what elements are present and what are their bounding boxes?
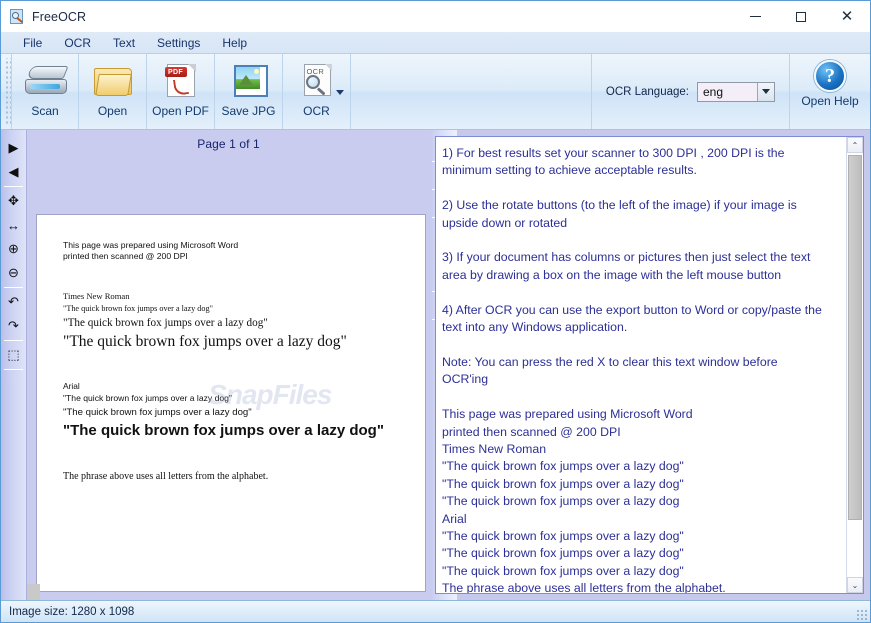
doc-serif-line-1: "The quick brown fox jumps over a lazy d… <box>63 304 213 313</box>
ocr-language-value: eng <box>703 84 724 99</box>
select-region-icon[interactable]: ⬚ <box>2 343 26 367</box>
open-button-label: Open <box>97 104 128 118</box>
doc-serif-section-label: Times New Roman <box>63 291 130 301</box>
text-vertical-scrollbar[interactable]: ⌃ ⌄ <box>846 137 863 593</box>
ocr-language-label: OCR Language: <box>605 85 689 98</box>
image-preview-panel[interactable]: Page 1 of 1 This page was prepared using… <box>27 130 430 600</box>
rotate-left-icon[interactable]: ◀ <box>2 160 26 184</box>
open-help-button[interactable]: ? Open Help <box>790 54 870 129</box>
tool-separator <box>4 186 23 187</box>
app-icon <box>9 8 25 25</box>
menu-item-help[interactable]: Help <box>212 34 257 52</box>
chevron-down-icon <box>762 89 770 94</box>
workspace: ▶ ◀ ✥ ↔ ⊕ ⊖ ↶ ↷ ⬚ Page 1 of 1 This page … <box>1 130 870 600</box>
scan-button-label: Scan <box>31 104 59 118</box>
freeocr-window: FreeOCR ✕ File OCR Text Settings Help Sc… <box>0 0 871 623</box>
open-button[interactable]: Open <box>79 54 147 129</box>
folder-open-icon <box>93 59 132 101</box>
minimize-button[interactable] <box>732 1 778 32</box>
scanned-document-content: This page was prepared using Microsoft W… <box>37 215 425 484</box>
menu-bar: File OCR Text Settings Help <box>1 32 870 54</box>
doc-closing-line: The phrase above uses all letters from t… <box>63 471 269 482</box>
ocr-language-group: OCR Language: eng <box>590 54 790 129</box>
scrollbar-thumb[interactable] <box>848 155 862 520</box>
ocr-magnifier-icon: OCR <box>301 59 333 101</box>
menu-item-file[interactable]: File <box>13 34 52 52</box>
pdf-file-icon: PDF <box>164 59 197 101</box>
menu-item-settings[interactable]: Settings <box>147 34 210 52</box>
image-tool-strip: ▶ ◀ ✥ ↔ ⊕ ⊖ ↶ ↷ ⬚ <box>1 130 27 600</box>
doc-serif-line-3: "The quick brown fox jumps over a lazy d… <box>63 333 347 350</box>
page-indicator: Page 1 of 1 <box>197 137 260 151</box>
doc-serif-line-2: "The quick brown fox jumps over a lazy d… <box>63 317 268 329</box>
ocr-button[interactable]: OCR OCR <box>283 54 351 129</box>
menu-item-ocr[interactable]: OCR <box>54 34 101 52</box>
window-controls: ✕ <box>732 1 870 32</box>
zoom-out-icon[interactable]: ⊖ <box>2 261 26 285</box>
zoom-in-icon[interactable]: ⊕ <box>2 237 26 261</box>
redo-icon[interactable]: ↷ <box>2 314 26 338</box>
title-bar: FreeOCR ✕ <box>1 1 870 32</box>
scan-button[interactable]: Scan <box>11 54 79 129</box>
scroll-up-button[interactable]: ⌃ <box>847 137 863 153</box>
doc-header-line-2: printed then scanned @ 200 DPI <box>63 251 188 261</box>
ocr-text-output[interactable]: 1) For best results set your scanner to … <box>436 137 846 593</box>
tool-separator <box>4 287 23 288</box>
question-mark-icon: ? <box>814 60 846 92</box>
maximize-button[interactable] <box>778 1 824 32</box>
save-jpg-button-label: Save JPG <box>221 104 276 118</box>
doc-header-line-1: This page was prepared using Microsoft W… <box>63 240 239 250</box>
close-button[interactable]: ✕ <box>824 1 870 32</box>
fit-width-icon[interactable]: ↔ <box>2 213 26 237</box>
ocr-language-dropdown-button[interactable] <box>757 82 774 101</box>
doc-sans-line-3: "The quick brown fox jumps over a lazy d… <box>63 422 384 439</box>
ocr-language-select[interactable]: eng <box>697 81 775 102</box>
toolbar-button-group: Scan Open PDF Open PDF Save JPG OCR OCR <box>11 54 351 129</box>
toolbar-grip[interactable] <box>4 58 11 125</box>
save-jpg-button[interactable]: Save JPG <box>215 54 283 129</box>
undo-icon[interactable]: ↶ <box>2 290 26 314</box>
open-help-label: Open Help <box>801 94 859 108</box>
resize-grip[interactable] <box>855 608 867 620</box>
status-bar: Image size: 1280 x 1098 <box>1 600 870 622</box>
open-pdf-button-label: Open PDF <box>152 104 209 118</box>
scrollbar-track[interactable] <box>847 153 863 577</box>
doc-sans-line-1: "The quick brown fox jumps over a lazy d… <box>63 393 232 403</box>
scanner-icon <box>23 59 69 101</box>
menu-item-text[interactable]: Text <box>103 34 145 52</box>
window-title: FreeOCR <box>32 9 87 24</box>
scanned-page[interactable]: This page was prepared using Microsoft W… <box>36 214 426 592</box>
chevron-down-icon[interactable] <box>336 90 344 95</box>
image-horizontal-scrollbar[interactable] <box>27 584 40 600</box>
tool-separator <box>4 369 23 370</box>
ocr-text-pane[interactable]: 1) For best results set your scanner to … <box>435 136 864 594</box>
doc-sans-section-label: Arial <box>63 381 80 391</box>
pan-icon[interactable]: ✥ <box>2 189 26 213</box>
doc-sans-line-2: "The quick brown fox jumps over a lazy d… <box>63 407 252 418</box>
image-size-status: Image size: 1280 x 1098 <box>9 605 135 618</box>
scroll-down-button[interactable]: ⌄ <box>847 577 863 593</box>
tool-separator <box>4 340 23 341</box>
picture-file-icon <box>233 59 268 101</box>
ocr-button-label: OCR <box>303 104 330 118</box>
main-toolbar: Scan Open PDF Open PDF Save JPG OCR OCR … <box>1 54 870 130</box>
open-pdf-button[interactable]: PDF Open PDF <box>147 54 215 129</box>
rotate-right-icon[interactable]: ▶ <box>2 136 26 160</box>
